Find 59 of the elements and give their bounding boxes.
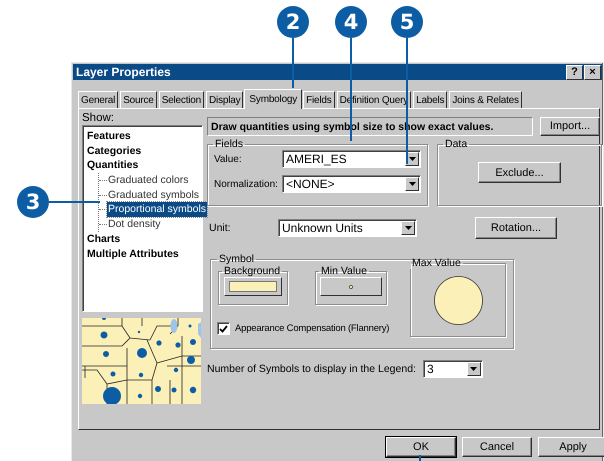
tab[interactable]: Fields [303, 91, 335, 108]
field-label: Unit: [208, 222, 232, 234]
tab[interactable]: Source [120, 91, 157, 108]
dropdown-arrow-icon [408, 182, 416, 186]
color-swatch-icon [229, 281, 277, 292]
dialog-button[interactable]: OK [386, 437, 456, 457]
tab[interactable]: Selection [158, 91, 204, 108]
close-button[interactable]: × [584, 64, 601, 80]
group-title: Fields [214, 138, 244, 150]
exclude-button[interactable]: Exclude... [478, 162, 561, 183]
callout-number: 3 [17, 186, 49, 218]
list-item[interactable]: Multiple Attributes [86, 246, 180, 262]
checkmark-icon [219, 324, 228, 332]
group-title: Max Value [411, 257, 462, 269]
list-item[interactable]: Charts [86, 232, 122, 246]
dropdown-field[interactable]: AMERI_ES [282, 150, 421, 168]
tab[interactable]: General [78, 91, 118, 108]
list-item[interactable]: Quantities [86, 158, 140, 174]
field-label: Number of Symbols to display in the Legend: [207, 363, 416, 375]
dropdown-field[interactable]: Unknown Units [278, 219, 417, 237]
list-item[interactable]: Features [86, 129, 132, 144]
window-title: Layer Properties [76, 65, 172, 79]
group-title: Symbol [218, 253, 256, 265]
dialog-button[interactable]: Apply [538, 437, 604, 457]
checkbox-label: Appearance Compensation (Flannery) [235, 323, 390, 334]
list-item[interactable]: Proportional symbols [107, 202, 208, 218]
leader-line [292, 38, 294, 88]
group-title: Min Value [320, 265, 368, 277]
list-item[interactable]: Categories [86, 144, 142, 158]
dropdown-field[interactable]: <NONE> [282, 175, 421, 193]
show-label: Show: [82, 112, 115, 124]
dialog-button[interactable]: Cancel [462, 437, 532, 457]
background-symbol-button[interactable] [224, 277, 282, 296]
leader-line [49, 201, 100, 203]
checkbox[interactable] [217, 322, 230, 335]
tab[interactable]: Symbology [244, 89, 302, 109]
list-item[interactable]: Graduated colors [107, 173, 190, 188]
rotation-button[interactable]: Rotation... [475, 217, 557, 239]
tab[interactable]: Display [206, 91, 244, 108]
group-title: Data [444, 138, 468, 150]
large-circle-icon [434, 276, 482, 325]
dropdown-field[interactable]: 3 [422, 360, 483, 378]
dropdown-arrow-icon [408, 157, 416, 161]
help-button[interactable]: ? [566, 64, 583, 80]
callout-number: 2 [277, 6, 309, 38]
dropdown-arrow-icon [404, 226, 412, 230]
list-item[interactable]: Graduated symbols [107, 188, 200, 202]
list-item[interactable]: Dot density [107, 217, 162, 232]
group-title: Background [223, 265, 282, 277]
import-button[interactable]: Import... [540, 116, 600, 136]
callout-number: 4 [335, 6, 367, 38]
callout-number: 5 [391, 6, 423, 38]
small-circle-icon [349, 284, 353, 288]
field-label: Normalization: [214, 178, 279, 190]
tab[interactable]: Joins & Relates [449, 91, 522, 108]
field-label: Value: [214, 154, 243, 164]
tab[interactable]: Labels [413, 91, 448, 108]
min-symbol-button[interactable] [320, 277, 382, 296]
dropdown-arrow-icon [470, 367, 478, 371]
